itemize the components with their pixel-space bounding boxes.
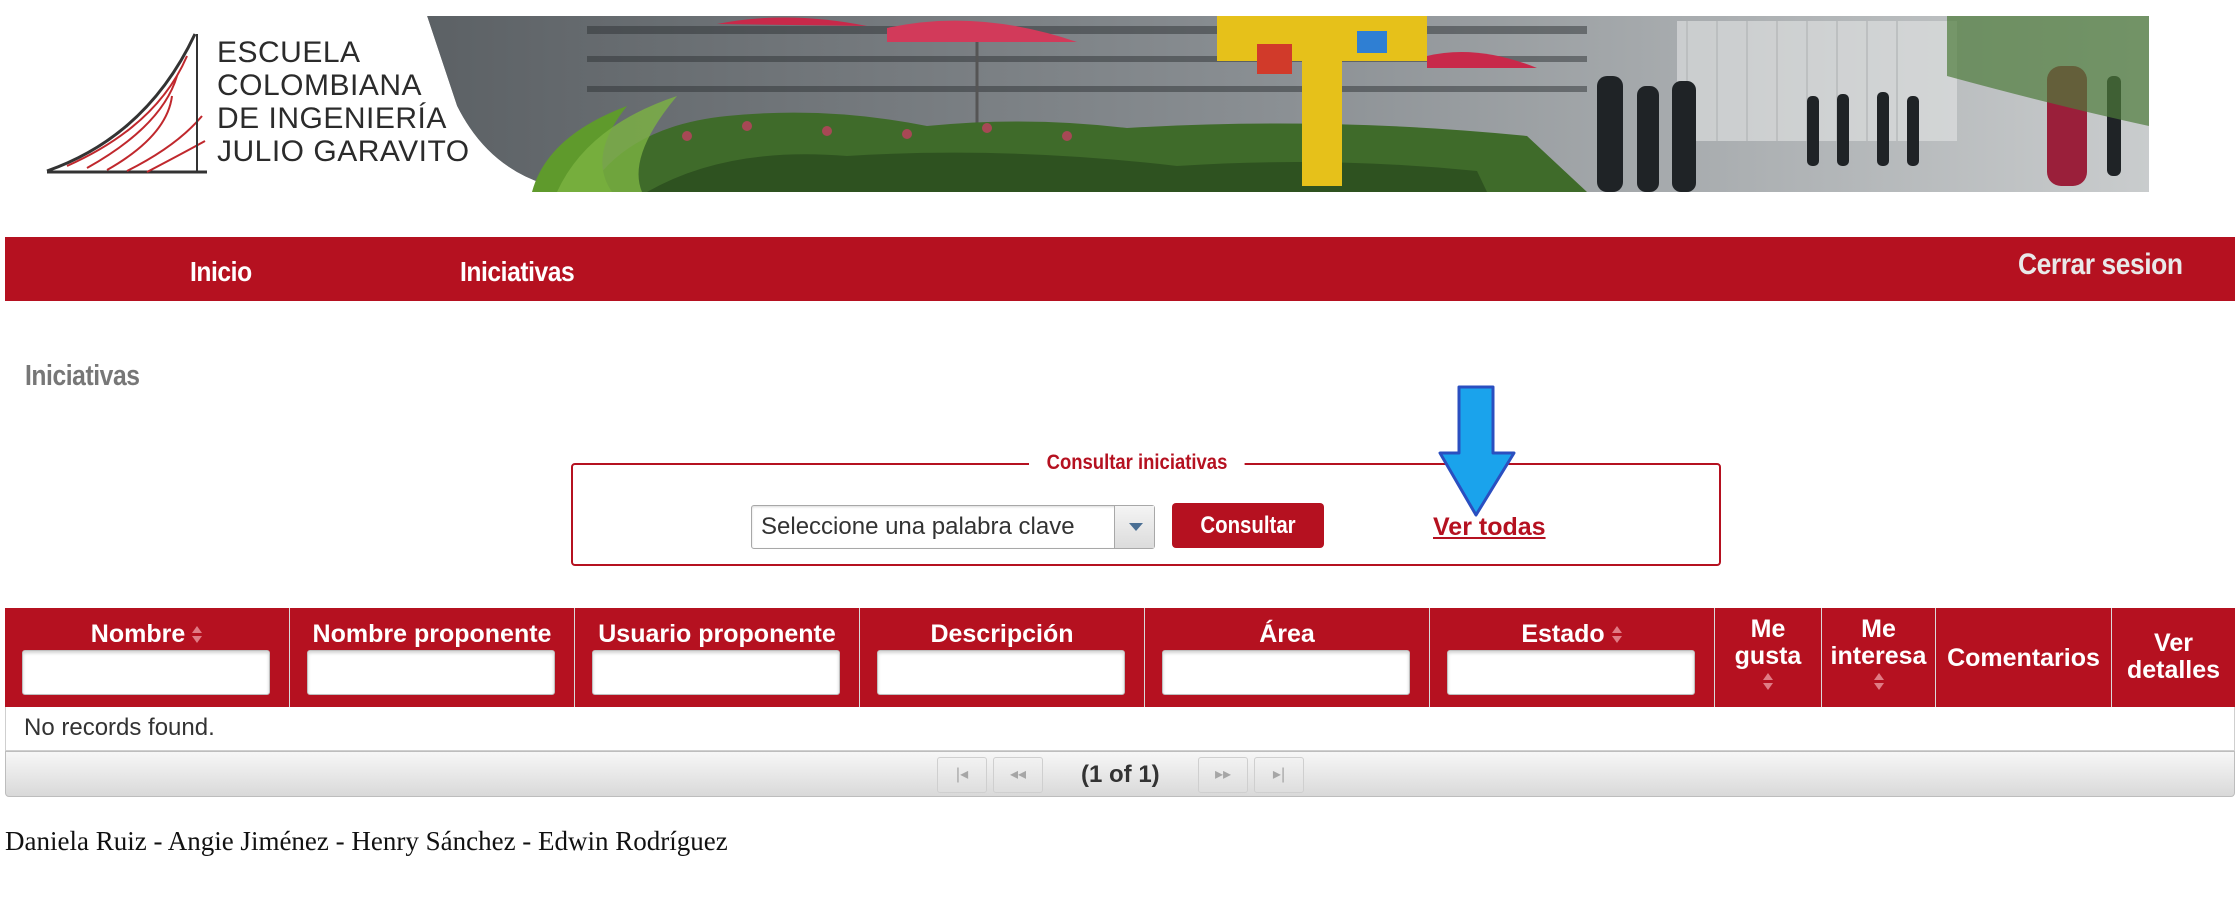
consultar-button[interactable]: Consultar xyxy=(1172,503,1324,548)
column-header-estado[interactable]: Estado xyxy=(1430,608,1715,707)
school-name: ESCUELA COLOMBIANA DE INGENIERÍA JULIO G… xyxy=(217,36,470,168)
first-page-icon: |◂ xyxy=(955,766,969,783)
column-header-me-interesa[interactable]: Me interesa xyxy=(1822,608,1936,707)
last-page-button[interactable]: ▸| xyxy=(1254,757,1304,793)
filter-input-nombre[interactable] xyxy=(22,650,270,695)
sort-icon[interactable] xyxy=(1762,672,1774,692)
logout-link[interactable]: Cerrar sesion xyxy=(2018,237,2183,301)
column-title: Usuario proponente xyxy=(598,620,836,648)
column-title: Me xyxy=(1750,615,1786,643)
header-banner: ESCUELA COLOMBIANA DE INGENIERÍA JULIO G… xyxy=(27,16,2149,192)
keyword-dropdown-value: Seleccione una palabra clave xyxy=(761,513,1075,540)
column-header-usuario-proponente: Usuario proponente xyxy=(575,608,860,707)
column-header-descripcion: Descripción xyxy=(860,608,1145,707)
chevron-down-icon xyxy=(1129,523,1143,531)
dropdown-trigger[interactable] xyxy=(1114,506,1154,548)
previous-page-button[interactable]: ◂◂ xyxy=(993,757,1043,793)
last-page-icon: ▸| xyxy=(1272,766,1286,783)
filter-input-usuario-proponente[interactable] xyxy=(592,650,840,695)
school-name-line: DE INGENIERÍA xyxy=(217,102,447,135)
first-page-button[interactable]: |◂ xyxy=(937,757,987,793)
iniciativas-table: Nombre Nombre proponente Usuario propone… xyxy=(5,608,2235,797)
sort-icon[interactable] xyxy=(1873,672,1885,692)
column-title: Nombre proponente xyxy=(312,620,552,648)
column-header-ver-detalles: Ver detalles xyxy=(2112,608,2235,707)
consultar-button-label: Consultar xyxy=(1200,511,1296,539)
search-panel: Consultar iniciativas Seleccione una pal… xyxy=(571,451,1721,566)
search-panel-legend: Consultar iniciativas xyxy=(1029,451,1245,475)
school-name-line: JULIO GARAVITO xyxy=(217,135,470,168)
column-title: gusta xyxy=(1734,642,1802,670)
annotation-arrow-icon xyxy=(1438,385,1516,517)
filter-input-estado[interactable] xyxy=(1447,650,1695,695)
column-title: Comentarios xyxy=(1947,644,2100,672)
keyword-dropdown[interactable]: Seleccione una palabra clave xyxy=(751,505,1155,549)
next-page-icon: ▸▸ xyxy=(1214,766,1232,783)
column-header-me-gusta[interactable]: Me gusta xyxy=(1715,608,1822,707)
column-title: Estado xyxy=(1521,620,1605,648)
filter-input-area[interactable] xyxy=(1162,650,1410,695)
table-header: Nombre Nombre proponente Usuario propone… xyxy=(5,608,2235,707)
column-title: Área xyxy=(1259,620,1315,648)
column-title: Descripción xyxy=(930,620,1074,648)
filter-input-descripcion[interactable] xyxy=(877,650,1125,695)
footer-authors: Daniela Ruiz - Angie Jiménez - Henry Sán… xyxy=(5,826,728,856)
empty-message: No records found. xyxy=(5,707,2235,751)
sort-icon[interactable] xyxy=(191,625,203,645)
column-title: Nombre xyxy=(90,620,186,648)
column-header-area: Área xyxy=(1145,608,1430,707)
column-title: detalles xyxy=(2126,656,2221,684)
column-header-comentarios: Comentarios xyxy=(1936,608,2112,707)
main-nav: Inicio Iniciativas Cerrar sesion xyxy=(5,237,2235,301)
nav-iniciativas-link[interactable]: Iniciativas xyxy=(460,237,575,301)
column-title: interesa xyxy=(1830,642,1927,670)
column-header-nombre-proponente: Nombre proponente xyxy=(290,608,575,707)
sort-icon[interactable] xyxy=(1611,625,1623,645)
filter-input-nombre-proponente[interactable] xyxy=(307,650,555,695)
page-status: (1 of 1) xyxy=(1081,761,1160,788)
school-name-line: ESCUELA xyxy=(217,36,361,69)
nav-inicio-link[interactable]: Inicio xyxy=(190,237,252,301)
column-title: Ver xyxy=(2154,629,2193,657)
page-title: Iniciativas xyxy=(25,360,140,392)
paginator: |◂ ◂◂ (1 of 1) ▸▸ ▸| xyxy=(5,751,2235,797)
school-name-line: COLOMBIANA xyxy=(217,69,423,102)
column-header-nombre[interactable]: Nombre xyxy=(5,608,290,707)
column-title: Me xyxy=(1861,615,1896,643)
next-page-button[interactable]: ▸▸ xyxy=(1198,757,1248,793)
previous-page-icon: ◂◂ xyxy=(1009,766,1027,783)
